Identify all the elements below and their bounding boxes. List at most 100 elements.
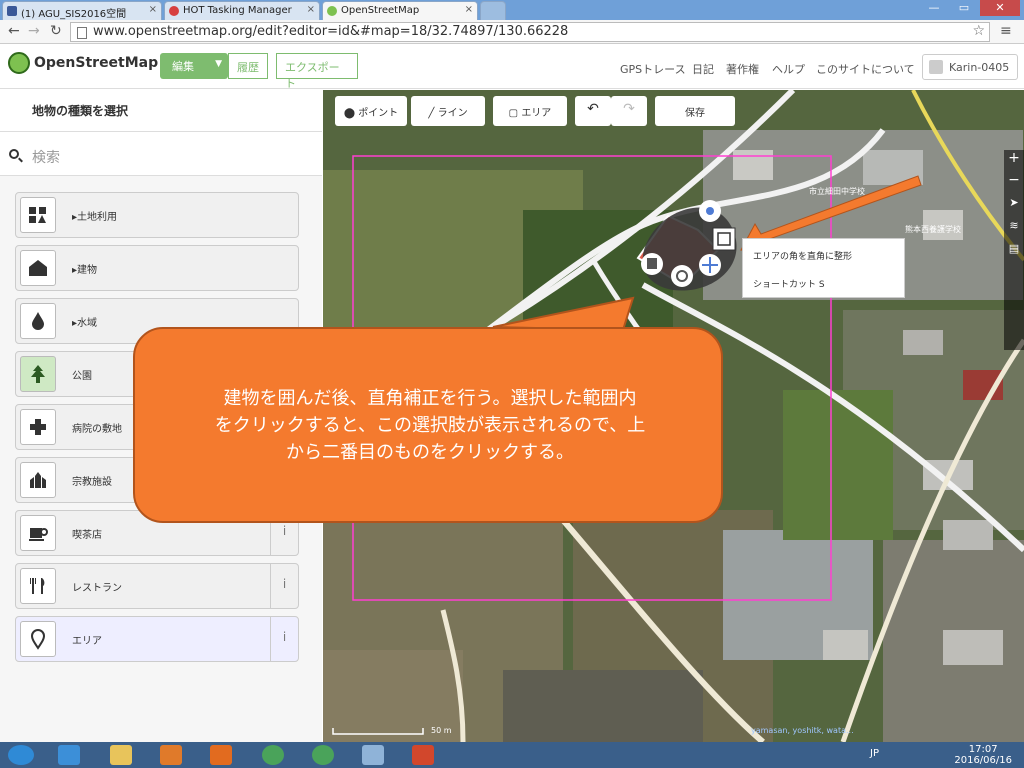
powerpoint-icon[interactable] [412, 745, 434, 765]
preset-building[interactable]: ▸建物 [15, 245, 299, 291]
start-button-icon[interactable] [8, 745, 34, 765]
help-link[interactable]: ヘルプ [772, 61, 805, 77]
export-button[interactable]: エクスポート [276, 53, 358, 90]
tab-label: (1) AGU_SIS2016空間 [21, 9, 127, 20]
osm-logo[interactable]: OpenStreetMap [8, 52, 159, 74]
line-label: ライン [437, 108, 468, 119]
url-text: www.openstreetmap.org/edit?editor=id&#ma… [93, 24, 569, 39]
browser-toolbar: ← → ↻ www.openstreetmap.org/edit?editor=… [0, 20, 1024, 44]
info-button[interactable]: i [270, 564, 298, 608]
add-line-button[interactable]: ╱ ライン [411, 96, 485, 126]
building-icon [20, 250, 56, 286]
info-button[interactable]: i [270, 617, 298, 661]
firefox-icon[interactable] [210, 745, 232, 765]
osm-icon [327, 6, 337, 16]
callout-line: 建物を囲んだ後、直角補正を行う。選択した範囲内 [223, 388, 637, 409]
area-label: エリア [521, 108, 552, 119]
media-player-icon[interactable] [160, 745, 182, 765]
callout-text: 建物を囲んだ後、直角補正を行う。選択した範囲内 をクリックすると、この選択肢が表… [150, 385, 710, 466]
sidebar-title: 地物の種類を選択 [0, 90, 322, 132]
preset-restaurant[interactable]: レストラン i [15, 563, 299, 609]
avatar [929, 60, 943, 74]
preset-label: 病院の敷地 [72, 424, 122, 435]
clock-time: 17:07 [968, 744, 998, 755]
facebook-icon [7, 6, 17, 16]
browser-tabbar: (1) AGU_SIS2016空間 × HOT Tasking Manager … [0, 0, 1024, 20]
diary-link[interactable]: 日記 [692, 61, 714, 77]
water-icon [20, 303, 56, 339]
geolocate-icon[interactable]: ➤ [1004, 188, 1024, 209]
forward-icon[interactable]: → [28, 23, 40, 39]
area-icon [20, 621, 56, 657]
language-indicator[interactable]: JP [870, 748, 879, 759]
system-clock[interactable]: 17:07 2016/06/16 [954, 744, 1012, 766]
area-draw-icon: ▢ [508, 108, 522, 119]
attribution-text[interactable]: yamasan, yoshitk, wata... [751, 726, 854, 735]
paint-icon[interactable] [362, 745, 384, 765]
map-label-school: 市立細田中学校 [809, 187, 865, 196]
layers-icon[interactable]: ≋ [1004, 209, 1024, 232]
tab-label: HOT Tasking Manager [183, 5, 292, 16]
logo-text: OpenStreetMap [34, 55, 159, 71]
religious-icon [20, 462, 56, 498]
preset-area[interactable]: エリア i [15, 616, 299, 662]
search-placeholder: 検索 [32, 150, 60, 166]
preset-label: 喫茶店 [72, 530, 102, 541]
user-menu[interactable]: Karin-0405 [922, 54, 1018, 80]
gps-traces-link[interactable]: GPSトレース [620, 61, 686, 77]
save-label: 保存 [685, 108, 705, 119]
explorer-icon[interactable] [110, 745, 132, 765]
close-icon[interactable]: × [307, 4, 315, 15]
page-icon [77, 27, 87, 39]
scale-label: 50 m [431, 726, 452, 735]
preset-label: ▸水域 [72, 318, 98, 329]
osm-logo-icon [8, 52, 30, 74]
address-bar[interactable]: www.openstreetmap.org/edit?editor=id&#ma… [70, 22, 990, 42]
edit-button[interactable]: 編集 ▼ [160, 53, 228, 79]
user-name: Karin-0405 [949, 61, 1010, 74]
preset-label: ▸建物 [72, 265, 98, 276]
menu-icon[interactable]: ≡ [1000, 23, 1012, 39]
undo-icon: ↶ [587, 101, 599, 117]
export-label: エクスポート [285, 61, 340, 90]
save-button[interactable]: 保存 [655, 96, 735, 126]
chrome-icon[interactable] [262, 745, 284, 765]
bookmark-star-icon[interactable]: ☆ [972, 23, 985, 39]
redo-button[interactable]: ↷ [611, 96, 647, 126]
close-icon[interactable]: × [465, 4, 473, 15]
zoom-in-icon[interactable]: + [1004, 150, 1024, 166]
park-icon [20, 356, 56, 392]
undo-button[interactable]: ↶ [575, 96, 611, 126]
zoom-out-icon[interactable]: − [1004, 166, 1024, 188]
osm-header: OpenStreetMap 編集 ▼ 履歴 エクスポート GPSトレース 日記 … [0, 45, 1024, 90]
tab-label: OpenStreetMap [341, 5, 420, 16]
add-point-button[interactable]: ⬤ ポイント [335, 96, 407, 126]
close-window-icon[interactable]: ✕ [980, 0, 1020, 16]
tooltip-description: エリアの角を直角に整形 [753, 252, 853, 262]
ie-icon[interactable] [58, 745, 80, 765]
back-icon[interactable]: ← [8, 23, 20, 39]
minimize-icon[interactable]: — [920, 0, 948, 16]
chrome-icon-2[interactable] [312, 745, 334, 765]
maximize-icon[interactable]: ▭ [950, 0, 978, 16]
close-icon[interactable]: × [149, 4, 157, 15]
windows-taskbar: JP 17:07 2016/06/16 [0, 742, 1024, 768]
browser-tab-hot[interactable]: HOT Tasking Manager × [164, 1, 320, 20]
new-tab-button[interactable] [480, 1, 506, 20]
chevron-down-icon[interactable]: ▼ [215, 59, 222, 69]
preset-search-input[interactable]: 検索 [0, 132, 322, 176]
preset-landuse[interactable]: ▸土地利用 [15, 192, 299, 238]
history-button[interactable]: 履歴 [228, 53, 268, 79]
hospital-icon [20, 409, 56, 445]
about-link[interactable]: このサイトについて [816, 61, 915, 77]
reload-icon[interactable]: ↻ [50, 23, 62, 39]
copyright-link[interactable]: 著作権 [726, 61, 759, 77]
orthogonalize-tooltip: エリアの角を直角に整形 ショートカット S [742, 238, 905, 298]
browser-tab-osm[interactable]: OpenStreetMap × [322, 1, 478, 20]
add-area-button[interactable]: ▢ エリア [493, 96, 567, 126]
browser-tab-agu[interactable]: (1) AGU_SIS2016空間 × [2, 1, 162, 20]
preset-label: 宗教施設 [72, 477, 112, 488]
preset-label: 公園 [72, 371, 92, 382]
redo-icon: ↷ [623, 101, 635, 117]
map-data-icon[interactable]: ▤ [1004, 232, 1024, 255]
